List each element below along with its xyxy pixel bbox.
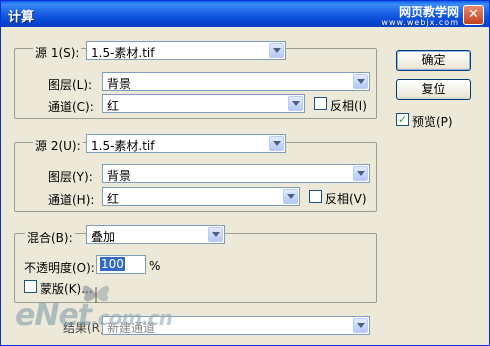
- source1-invert-checkbox[interactable]: [314, 97, 327, 110]
- source1-file-value: 1.5-素材.tif: [91, 46, 155, 60]
- opacity-input[interactable]: 100: [96, 255, 146, 274]
- source2-layer-value: 背景: [107, 169, 132, 183]
- source1-channel-select[interactable]: 红: [102, 94, 305, 113]
- opacity-unit: %: [149, 259, 161, 273]
- source1-invert-label: 反相(I): [330, 99, 367, 113]
- close-icon: ✕: [468, 7, 479, 22]
- chevron-down-icon: [208, 227, 223, 242]
- source2-file-value: 1.5-素材.tif: [91, 139, 155, 153]
- blend-label: 混合(B):: [25, 229, 75, 246]
- butterfly-icon: [82, 285, 110, 303]
- source1-channel-value: 红: [107, 99, 120, 113]
- opacity-value: 100: [100, 257, 125, 271]
- source1-layer-label: 图层(L):: [48, 78, 93, 92]
- source2-file-select[interactable]: 1.5-素材.tif: [86, 134, 286, 153]
- source2-layer-label: 图层(Y):: [48, 170, 93, 184]
- source1-channel-label: 通道(C):: [48, 100, 94, 114]
- chevron-down-icon: [269, 43, 284, 58]
- check-icon: ✓: [397, 113, 408, 126]
- source1-layer-select[interactable]: 背景: [102, 72, 370, 91]
- source2-layer-select[interactable]: 背景: [102, 164, 370, 183]
- source2-channel-label: 通道(H):: [48, 193, 95, 207]
- source1-file-select[interactable]: 1.5-素材.tif: [86, 41, 286, 60]
- site-watermark: 网页教学网 www.webjx.com: [381, 3, 459, 27]
- reset-button[interactable]: 复位: [396, 79, 471, 100]
- chevron-down-icon: [353, 166, 368, 181]
- chevron-down-icon: [269, 136, 284, 151]
- blend-mode-value: 叠加: [91, 230, 116, 244]
- calculations-dialog: 计算 网页教学网 www.webjx.com ✕ 源 1(S): 1.5-素材.…: [0, 0, 490, 346]
- source2-label: 源 2(U):: [33, 137, 83, 154]
- preview-checkbox[interactable]: ✓: [396, 113, 409, 126]
- preview-label[interactable]: 预览(P): [412, 113, 453, 130]
- chevron-down-icon: [353, 74, 368, 89]
- source2-invert-checkbox[interactable]: [309, 190, 322, 203]
- source1-label: 源 1(S):: [33, 44, 82, 61]
- chevron-down-icon: [283, 189, 298, 204]
- watermark-url: www.webjx.com: [381, 18, 459, 27]
- mask-checkbox[interactable]: [24, 280, 37, 293]
- blend-mode-select[interactable]: 叠加: [86, 225, 225, 244]
- close-button[interactable]: ✕: [463, 5, 484, 25]
- dialog-title: 计算: [8, 10, 35, 25]
- chevron-down-icon: [288, 96, 303, 111]
- source2-channel-select[interactable]: 红: [102, 187, 300, 206]
- opacity-label: 不透明度(O):: [24, 261, 95, 275]
- source2-channel-value: 红: [107, 192, 120, 206]
- chevron-down-icon: [353, 318, 368, 333]
- ok-button[interactable]: 确定: [396, 50, 471, 71]
- source1-layer-value: 背景: [107, 77, 132, 91]
- source2-invert-label: 反相(V): [325, 192, 367, 206]
- title-bar: 计算 网页教学网 www.webjx.com ✕: [1, 1, 489, 27]
